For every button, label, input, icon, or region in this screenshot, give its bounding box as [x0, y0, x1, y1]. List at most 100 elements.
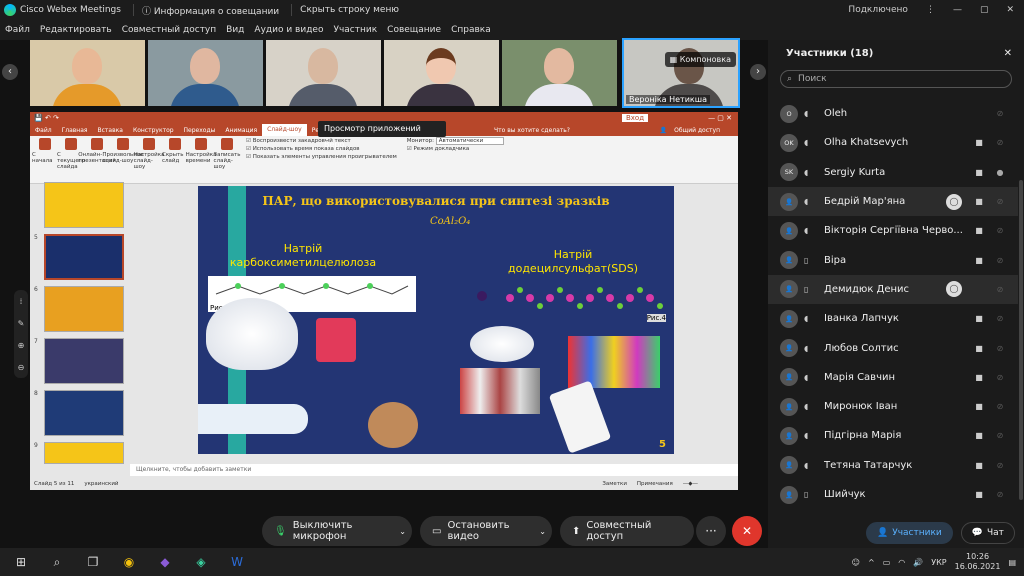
slide-thumb[interactable]: [44, 182, 124, 228]
menu-edit[interactable]: Редактировать: [35, 25, 117, 35]
participant-row[interactable]: O ◖ Oleh ⊘: [768, 99, 1018, 128]
search-icon[interactable]: ⌕: [42, 555, 72, 570]
chat-tab[interactable]: 💬 Чат: [960, 522, 1015, 544]
slide-thumb[interactable]: [44, 390, 124, 436]
video-tile-active[interactable]: ▦ Компоновка Вероніка Нетикша: [622, 38, 740, 108]
participant-scrollbar[interactable]: [1019, 180, 1023, 500]
microphone-muted-icon[interactable]: ⊘: [994, 256, 1006, 265]
participant-row[interactable]: SK ◖ Sergiy Kurta ■ ●: [768, 158, 1018, 187]
video-tile[interactable]: [384, 40, 499, 106]
ppt-tell-me[interactable]: Что вы хотите сделать?: [489, 127, 575, 134]
tray-expand-icon[interactable]: ^: [868, 558, 875, 567]
wifi-icon[interactable]: ◠: [898, 558, 905, 567]
more-options-button[interactable]: ···: [696, 516, 726, 546]
microphone-muted-icon[interactable]: ⊘: [994, 402, 1006, 411]
check-timings[interactable]: Использовать время показа слайдов: [246, 146, 397, 152]
microphone-muted-icon[interactable]: ⊘: [994, 490, 1006, 499]
close-panel-icon[interactable]: ✕: [1004, 48, 1012, 59]
ppt-rehearse-button[interactable]: Настройка времени: [186, 138, 216, 181]
participant-row[interactable]: 👤 ▯ Віра ■ ⊘: [768, 245, 1018, 274]
participant-row[interactable]: 👤 ◖ Тетяна Татарчук ■ ⊘: [768, 451, 1018, 480]
ppt-window-controls[interactable]: — ▢ ✕: [708, 114, 732, 122]
video-tile[interactable]: [266, 40, 381, 106]
menu-share[interactable]: Совместный доступ: [117, 25, 221, 35]
microphone-muted-icon[interactable]: ⊘: [994, 109, 1006, 118]
windows-start-icon[interactable]: ⊞: [6, 555, 36, 569]
participant-row[interactable]: 👤 ◖ Іванка Лапчук ■ ⊘: [768, 304, 1018, 333]
participant-row[interactable]: 👤 ◖ Марія Савчин ■ ⊘: [768, 363, 1018, 392]
participant-row[interactable]: 👤 ▯ Шийчук ■ ⊘: [768, 480, 1018, 509]
hide-menu-bar-link[interactable]: Скрыть строку меню: [300, 5, 399, 15]
stop-video-button[interactable]: ▭ Остановить видео ⌄: [420, 516, 552, 546]
microphone-muted-icon[interactable]: ⊘: [994, 285, 1006, 294]
drag-handle-icon[interactable]: ⁞: [20, 297, 23, 306]
language-indicator[interactable]: УКР: [931, 558, 946, 567]
ppt-tab-design[interactable]: Конструктор: [128, 127, 179, 134]
ppt-tab-animation[interactable]: Анимация: [220, 127, 262, 134]
participant-row[interactable]: 👤 ◖ Любов Солтис ■ ⊘: [768, 333, 1018, 362]
task-view-icon[interactable]: ❐: [78, 555, 108, 569]
maximize-icon[interactable]: ▢: [980, 5, 989, 15]
participant-row[interactable]: OK ◖ Olha Khatsevych ■ ⊘: [768, 128, 1018, 157]
meeting-info-link[interactable]: ⓘ Информация о совещании: [142, 4, 279, 17]
participant-row[interactable]: 👤 ◖ Бедрій Мар'яна ◯ ■ ⊘: [768, 186, 1018, 217]
menu-help[interactable]: Справка: [446, 25, 496, 35]
battery-icon[interactable]: ▭: [883, 558, 891, 567]
microphone-muted-icon[interactable]: ⊘: [994, 344, 1006, 353]
microphone-muted-icon[interactable]: ⊘: [994, 226, 1006, 235]
save-icon[interactable]: 💾 ↶ ↷: [34, 114, 59, 122]
pen-icon[interactable]: ✎: [18, 319, 25, 328]
word-icon[interactable]: W: [222, 555, 252, 569]
share-button[interactable]: ⬆ Совместный доступ: [560, 516, 694, 546]
app-preview-banner[interactable]: Просмотр приложений Веро...: [318, 121, 446, 149]
menu-file[interactable]: Файл: [0, 25, 35, 35]
menu-audio-video[interactable]: Аудио и видео: [249, 25, 328, 35]
microphone-on-icon[interactable]: ●: [994, 168, 1006, 177]
microphone-muted-icon[interactable]: ⊘: [994, 197, 1006, 206]
video-tile[interactable]: [502, 40, 617, 106]
zoom-in-icon[interactable]: ⊕: [18, 341, 25, 350]
ppt-share-button[interactable]: 👤 Общий доступ: [655, 127, 730, 134]
participant-row[interactable]: 👤 ◖ Вікторія Сергіївна Черво... ■ ⊘: [768, 216, 1018, 245]
chat-bubble-icon[interactable]: ◯: [946, 193, 962, 210]
ppt-custom-show-button[interactable]: Произвольное слайд-шоу: [102, 138, 144, 181]
monitor-select[interactable]: Автоматически: [435, 137, 505, 145]
notes-toggle[interactable]: Заметки: [602, 481, 627, 487]
mute-button[interactable]: 🎙 Выключить микрофон ⌄: [262, 516, 412, 546]
ppt-tab-slideshow[interactable]: Слайд-шоу: [262, 124, 307, 136]
chat-bubble-icon[interactable]: ◯: [946, 281, 962, 298]
participant-row[interactable]: 👤 ◖ Миронюк Іван ■ ⊘: [768, 392, 1018, 421]
microphone-muted-icon[interactable]: ⊘: [994, 461, 1006, 470]
microphone-muted-icon[interactable]: ⊘: [994, 431, 1006, 440]
layout-button[interactable]: ▦ Компоновка: [664, 52, 736, 67]
ppt-tab-transitions[interactable]: Переходы: [179, 127, 221, 134]
end-meeting-button[interactable]: ✕: [732, 516, 762, 546]
slide-thumb[interactable]: [44, 442, 124, 464]
check-narration[interactable]: Воспроизвести закадровый текст: [246, 138, 397, 144]
notifications-icon[interactable]: ▤: [1008, 558, 1016, 567]
viber-icon[interactable]: ◆: [150, 555, 180, 569]
participant-row[interactable]: 👤 ◖ Підгірна Марія ■ ⊘: [768, 421, 1018, 450]
participants-tab[interactable]: 👤 Участники: [866, 522, 953, 544]
check-controls[interactable]: Показать элементы управления проигрывате…: [246, 154, 397, 160]
zoom-out-icon[interactable]: ⊖: [18, 363, 25, 372]
ppt-setup-button[interactable]: Настройка слайд-шоу: [134, 138, 164, 181]
prev-videos-arrow[interactable]: ‹: [2, 64, 18, 80]
person-icon[interactable]: ☺: [852, 558, 860, 567]
ppt-signin-button[interactable]: Вход: [621, 114, 649, 122]
more-icon[interactable]: ⋮: [926, 5, 935, 15]
menu-participant[interactable]: Участник: [328, 25, 382, 35]
clock[interactable]: 10:26 16.06.2021: [955, 552, 1001, 572]
check-presenter[interactable]: Режим докладчика: [407, 146, 504, 152]
zoom-slider[interactable]: —◆—: [683, 481, 698, 487]
video-tile[interactable]: [30, 40, 145, 106]
microphone-muted-icon[interactable]: ⊘: [994, 138, 1006, 147]
notes-area[interactable]: Щелкните, чтобы добавить заметки: [130, 464, 738, 476]
webex-icon[interactable]: ◈: [186, 555, 216, 569]
ppt-tab-home[interactable]: Главная: [57, 127, 93, 134]
microphone-muted-icon[interactable]: ⊘: [994, 373, 1006, 382]
menu-meeting[interactable]: Совещание: [382, 25, 446, 35]
minimize-icon[interactable]: —: [953, 5, 962, 15]
menu-view[interactable]: Вид: [221, 25, 249, 35]
ppt-tab-insert[interactable]: Вставка: [93, 127, 128, 134]
